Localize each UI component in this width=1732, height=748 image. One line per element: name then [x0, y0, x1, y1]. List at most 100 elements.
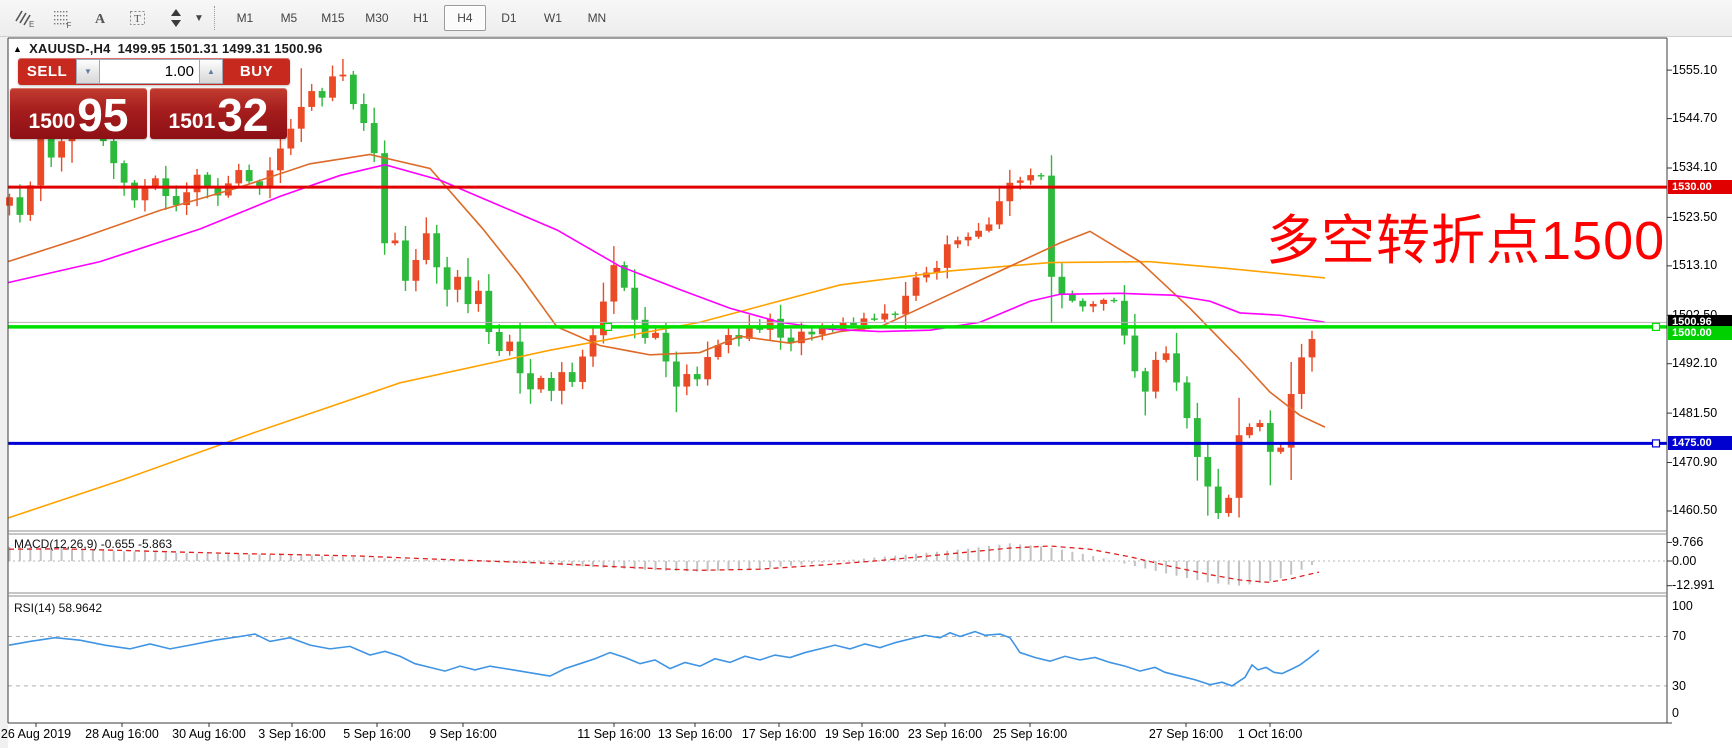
sell-button[interactable]: SELL — [18, 58, 76, 85]
candle-body — [287, 128, 295, 149]
candle-body — [1016, 180, 1024, 183]
candle-body — [943, 244, 951, 268]
candle-body — [412, 259, 420, 281]
timeframe-button-M5[interactable]: M5 — [268, 5, 310, 31]
candle-body — [1225, 497, 1233, 514]
candle-body — [1006, 182, 1014, 202]
candle-body — [26, 185, 34, 215]
candle-body — [860, 318, 868, 325]
timeframe-button-M30[interactable]: M30 — [356, 5, 398, 31]
volume-input[interactable]: 1.00 — [100, 59, 199, 84]
candle-body — [370, 123, 378, 154]
candle-body — [464, 276, 472, 305]
chart-title-ohlc: 1499.95 1501.31 1499.31 1500.96 — [117, 41, 323, 56]
candle-body — [589, 335, 597, 357]
candle-body — [537, 377, 545, 390]
candle-body — [308, 91, 316, 107]
candle-body — [1131, 335, 1139, 372]
candle-body — [881, 313, 889, 320]
candle-body — [996, 201, 1003, 225]
candle-body — [1058, 276, 1066, 295]
chart-title: ▲ XAUUSD-,H4 1499.95 1501.31 1499.31 150… — [13, 41, 323, 56]
chart-annotation-text[interactable]: 多空转折点1500 — [1266, 196, 1665, 275]
candle-body — [610, 265, 618, 302]
chart-styles-icon[interactable]: E — [8, 4, 40, 32]
candle-body — [1173, 353, 1180, 383]
candle-body — [1089, 303, 1097, 307]
hline-handle[interactable] — [1651, 322, 1661, 331]
candle-body — [662, 332, 670, 362]
candle-body — [1246, 427, 1253, 436]
candle-body — [58, 141, 65, 158]
volume-increase-button[interactable]: ▲ — [199, 59, 223, 84]
candle-body — [1048, 175, 1055, 277]
ask-price-pips: 32 — [217, 89, 269, 141]
candle-body — [1121, 300, 1128, 336]
candle-body — [172, 196, 180, 206]
hline-handle[interactable] — [1651, 439, 1661, 448]
candle-body — [131, 182, 138, 201]
rsi-line[interactable] — [8, 630, 1320, 687]
candle-body — [422, 233, 430, 260]
candle-body — [652, 332, 659, 338]
macd-label: MACD(12,26,9) -0.655 -5.863 — [14, 537, 173, 551]
timeframe-button-H4[interactable]: H4 — [443, 5, 486, 31]
candle-body — [120, 163, 128, 183]
moving-average-chocolate[interactable] — [7, 153, 1326, 428]
mt4-window: E FA T ▼ M1 M5 M15 M30 H1 H4 D1 W1 MN 1555.10 154… — [0, 0, 1732, 748]
text-label-icon[interactable]: A — [84, 4, 116, 32]
candle-body — [693, 374, 701, 380]
candle-body — [975, 230, 982, 237]
candle-body — [568, 372, 576, 382]
macd-signal-line[interactable] — [8, 545, 1320, 583]
moving-average-orange[interactable] — [7, 260, 1326, 519]
arrow-styles-dropdown-caret[interactable]: ▼ — [194, 13, 204, 24]
candle-body — [1110, 299, 1118, 302]
text-box-icon[interactable]: T — [122, 4, 154, 32]
hline-handle[interactable] — [603, 322, 613, 331]
timeframe-button-MN[interactable]: MN — [576, 5, 618, 31]
candle-body — [1204, 456, 1212, 487]
toolbar-icon-group: E F A T ▼ — [0, 4, 204, 32]
timeframe-button-H1[interactable]: H1 — [400, 5, 442, 31]
candle-body — [631, 287, 639, 320]
timeframe-button-M15[interactable]: M15 — [312, 5, 354, 31]
candle-body — [1287, 393, 1295, 448]
rsi-label: RSI(14) 58.9642 — [14, 601, 103, 615]
candle-body — [954, 240, 962, 245]
candle-body — [506, 341, 514, 352]
candle-body — [402, 240, 409, 281]
toolbar: E F A T ▼ M1 M5 M15 M30 H1 H4 D1 W1 MN — [0, 0, 1732, 37]
candle-body — [277, 148, 284, 171]
volume-decrease-button[interactable]: ▼ — [76, 59, 100, 84]
ask-price-panel[interactable]: 1501 32 — [150, 88, 287, 139]
candle-body — [329, 76, 336, 98]
candle-body — [1193, 418, 1201, 457]
candle-body — [391, 240, 399, 244]
candle-body — [1256, 423, 1264, 428]
bid-price-panel[interactable]: 1500 95 — [10, 88, 147, 139]
svg-text:E: E — [29, 20, 34, 29]
candle-body — [808, 331, 816, 335]
candle-body — [16, 197, 24, 215]
ask-price-integer: 1501 — [168, 110, 216, 133]
timeframe-button-W1[interactable]: W1 — [532, 5, 574, 31]
candle-body — [141, 187, 149, 201]
trade-controls-row: SELL ▼ 1.00 ▲ BUY — [18, 58, 290, 85]
collapse-marker-icon[interactable]: ▲ — [13, 44, 22, 54]
candle-body — [495, 331, 503, 352]
buy-button[interactable]: BUY — [223, 58, 290, 85]
candle-body — [547, 377, 555, 391]
quote-row: 1500 95 1501 32 — [10, 88, 287, 139]
candle-body — [235, 170, 243, 184]
candle-body — [1298, 357, 1305, 394]
candle-body — [454, 276, 461, 290]
candle-body — [579, 356, 586, 382]
timeframe-button-M1[interactable]: M1 — [224, 5, 266, 31]
candle-body — [985, 224, 993, 231]
timeframe-button-D1[interactable]: D1 — [488, 5, 530, 31]
arrow-styles-icon[interactable] — [160, 4, 192, 32]
candle-body — [558, 372, 566, 391]
grid-icon[interactable]: F — [46, 4, 78, 32]
candle-body — [527, 373, 534, 390]
